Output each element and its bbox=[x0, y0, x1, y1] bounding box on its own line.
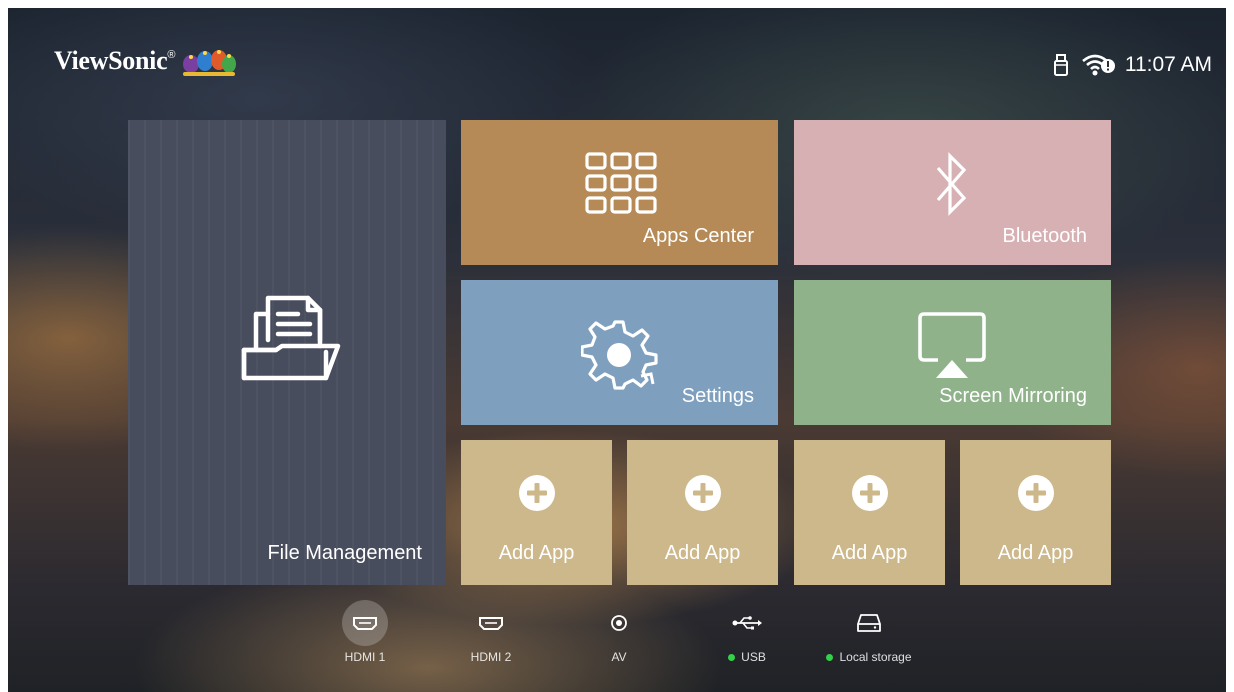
usb-stick-icon bbox=[1053, 54, 1068, 76]
input-hdmi-1[interactable]: HDMI 1 bbox=[310, 600, 420, 664]
screen-mirroring-label: Screen Mirroring bbox=[939, 385, 1087, 407]
input-av[interactable]: AV bbox=[564, 600, 674, 664]
add-app-tile[interactable]: Add App bbox=[794, 440, 945, 585]
input-source-bar: HDMI 1 HDMI 2 AV USB Local storage bbox=[8, 600, 1226, 680]
clock: 11:07 AM bbox=[1124, 53, 1212, 76]
plus-circle-icon bbox=[519, 475, 555, 511]
input-usb[interactable]: USB bbox=[692, 600, 802, 664]
hdmi-2-text: HDMI 2 bbox=[470, 650, 512, 664]
usb-text: USB bbox=[741, 650, 766, 664]
add-app-label: Add App bbox=[664, 542, 741, 564]
bluetooth-icon bbox=[936, 152, 967, 216]
plus-circle-icon bbox=[685, 475, 721, 511]
storage-icon bbox=[857, 614, 881, 632]
settings-label: Settings bbox=[681, 385, 754, 407]
av-text: AV bbox=[611, 650, 627, 664]
birds-logo-icon bbox=[183, 50, 237, 76]
brand-name: ViewSonic bbox=[54, 46, 168, 75]
usb-label: USB bbox=[692, 650, 802, 664]
hdmi-2-label: HDMI 2 bbox=[436, 650, 546, 664]
add-app-tile[interactable]: Add App bbox=[960, 440, 1111, 585]
av-icon bbox=[611, 615, 627, 631]
file-management-label: File Management bbox=[267, 542, 422, 564]
grid-icon bbox=[585, 152, 657, 214]
bluetooth-tile[interactable]: Bluetooth bbox=[794, 120, 1111, 265]
add-app-label: Add App bbox=[498, 542, 575, 564]
apps-center-label: Apps Center bbox=[642, 225, 754, 247]
hdmi-1-text: HDMI 1 bbox=[344, 650, 386, 664]
apps-center-tile[interactable]: Apps Center bbox=[461, 120, 778, 265]
input-local-storage[interactable]: Local storage bbox=[814, 600, 924, 664]
av-icon-wrap bbox=[596, 600, 642, 646]
usb-icon-wrap bbox=[724, 600, 770, 646]
storage-connected-dot bbox=[826, 653, 834, 661]
gear-icon bbox=[581, 320, 658, 390]
airplay-icon bbox=[918, 312, 986, 378]
status-bar: 11:07 AM bbox=[1053, 52, 1212, 78]
local-storage-label: Local storage bbox=[814, 650, 924, 664]
hdmi-icon bbox=[479, 617, 503, 630]
av-label: AV bbox=[564, 650, 674, 664]
add-app-tile[interactable]: Add App bbox=[627, 440, 778, 585]
folder-document-icon bbox=[241, 295, 341, 381]
usb-icon bbox=[732, 616, 762, 630]
hdmi-1-label: HDMI 1 bbox=[310, 650, 420, 664]
bluetooth-label: Bluetooth bbox=[1002, 225, 1087, 247]
usb-connected-dot bbox=[728, 653, 736, 661]
wifi-alert-icon bbox=[1081, 54, 1115, 76]
input-hdmi-2[interactable]: HDMI 2 bbox=[436, 600, 546, 664]
add-app-label: Add App bbox=[997, 542, 1074, 564]
local-storage-text: Local storage bbox=[839, 650, 912, 664]
hdmi-2-icon-wrap bbox=[468, 600, 514, 646]
viewsonic-logo: ViewSonic ® bbox=[54, 44, 237, 78]
file-management-tile[interactable]: File Management bbox=[128, 120, 446, 585]
settings-tile[interactable]: Settings bbox=[461, 280, 778, 425]
home-screen: ViewSonic ® 11:07 AM File Management App… bbox=[8, 8, 1226, 692]
add-app-tile[interactable]: Add App bbox=[461, 440, 612, 585]
plus-circle-icon bbox=[1018, 475, 1054, 511]
screen-mirroring-tile[interactable]: Screen Mirroring bbox=[794, 280, 1111, 425]
hdmi-1-icon-wrap bbox=[342, 600, 388, 646]
storage-icon-wrap bbox=[846, 600, 892, 646]
plus-circle-icon bbox=[852, 475, 888, 511]
hdmi-icon bbox=[353, 617, 377, 630]
trademark-mark: ® bbox=[167, 49, 176, 61]
add-app-label: Add App bbox=[831, 542, 908, 564]
